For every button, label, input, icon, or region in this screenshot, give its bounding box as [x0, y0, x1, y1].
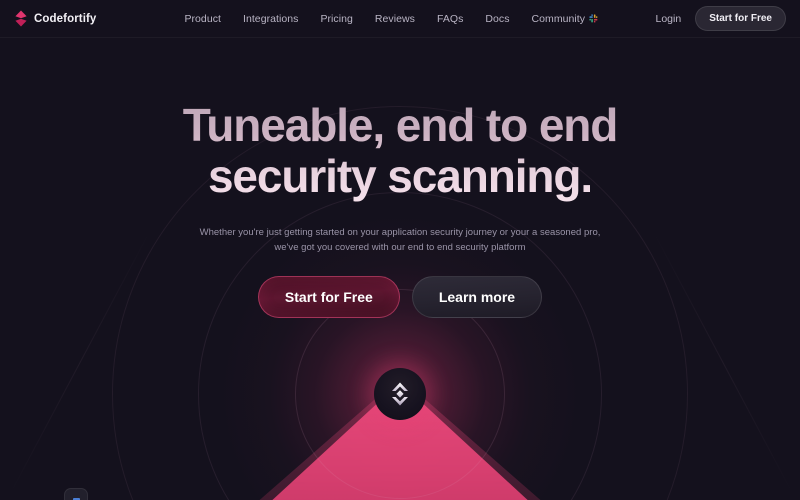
nav-label: Docs: [485, 12, 510, 25]
subtitle-line-2: we've got you covered with our end to en…: [274, 242, 526, 253]
nav-label: Community: [531, 12, 586, 25]
site-header: Codefortify Product Integrations Pricing…: [0, 0, 800, 38]
guide-line-right: [652, 229, 794, 496]
nav-item-pricing[interactable]: Pricing: [320, 13, 352, 25]
nav-item-docs[interactable]: Docs: [485, 13, 509, 25]
nav-item-integrations[interactable]: Integrations: [243, 13, 298, 25]
nav-item-faqs[interactable]: FAQs: [437, 13, 463, 25]
nav-item-community[interactable]: Community: [532, 13, 599, 25]
scanner-node[interactable]: [374, 368, 426, 420]
headline-line-1: Tuneable, end to end: [182, 99, 618, 151]
guide-line-left: [9, 229, 151, 496]
hero-section: Tuneable, end to end security scanning. …: [0, 0, 800, 500]
nav-item-product[interactable]: Product: [184, 13, 221, 25]
nav-label: Product: [184, 12, 221, 25]
subtitle-line-1: Whether you're just getting started on y…: [199, 227, 601, 238]
landing-page: Codefortify Product Integrations Pricing…: [0, 0, 800, 500]
hero-subtitle: Whether you're just getting started on y…: [190, 225, 610, 255]
diamond-chevron-icon: [392, 382, 408, 406]
start-for-free-button[interactable]: Start for Free: [257, 276, 400, 318]
main-navigation: Product Integrations Pricing Reviews FAQ…: [184, 13, 598, 25]
hero-cta-row: Start for Free Learn more: [257, 276, 543, 318]
slack-icon: [589, 14, 598, 23]
page-title: Tuneable, end to end security scanning.: [80, 100, 720, 202]
login-link[interactable]: Login: [656, 13, 682, 25]
diamond-chevron-icon: [15, 10, 27, 27]
brand-name: Codefortify: [34, 12, 97, 25]
nav-label: Integrations: [242, 12, 299, 25]
nav-label: Reviews: [374, 12, 415, 25]
chat-widget-button[interactable]: [64, 488, 88, 500]
learn-more-button[interactable]: Learn more: [411, 276, 543, 318]
nav-label: Pricing: [320, 12, 353, 25]
nav-label: FAQs: [436, 12, 464, 25]
header-actions: Login Start for Free: [656, 6, 786, 31]
nav-item-reviews[interactable]: Reviews: [375, 13, 415, 25]
brand-logo[interactable]: Codefortify: [14, 10, 96, 27]
headline-line-2: security scanning.: [207, 150, 593, 202]
header-start-for-free-button[interactable]: Start for Free: [695, 6, 786, 31]
